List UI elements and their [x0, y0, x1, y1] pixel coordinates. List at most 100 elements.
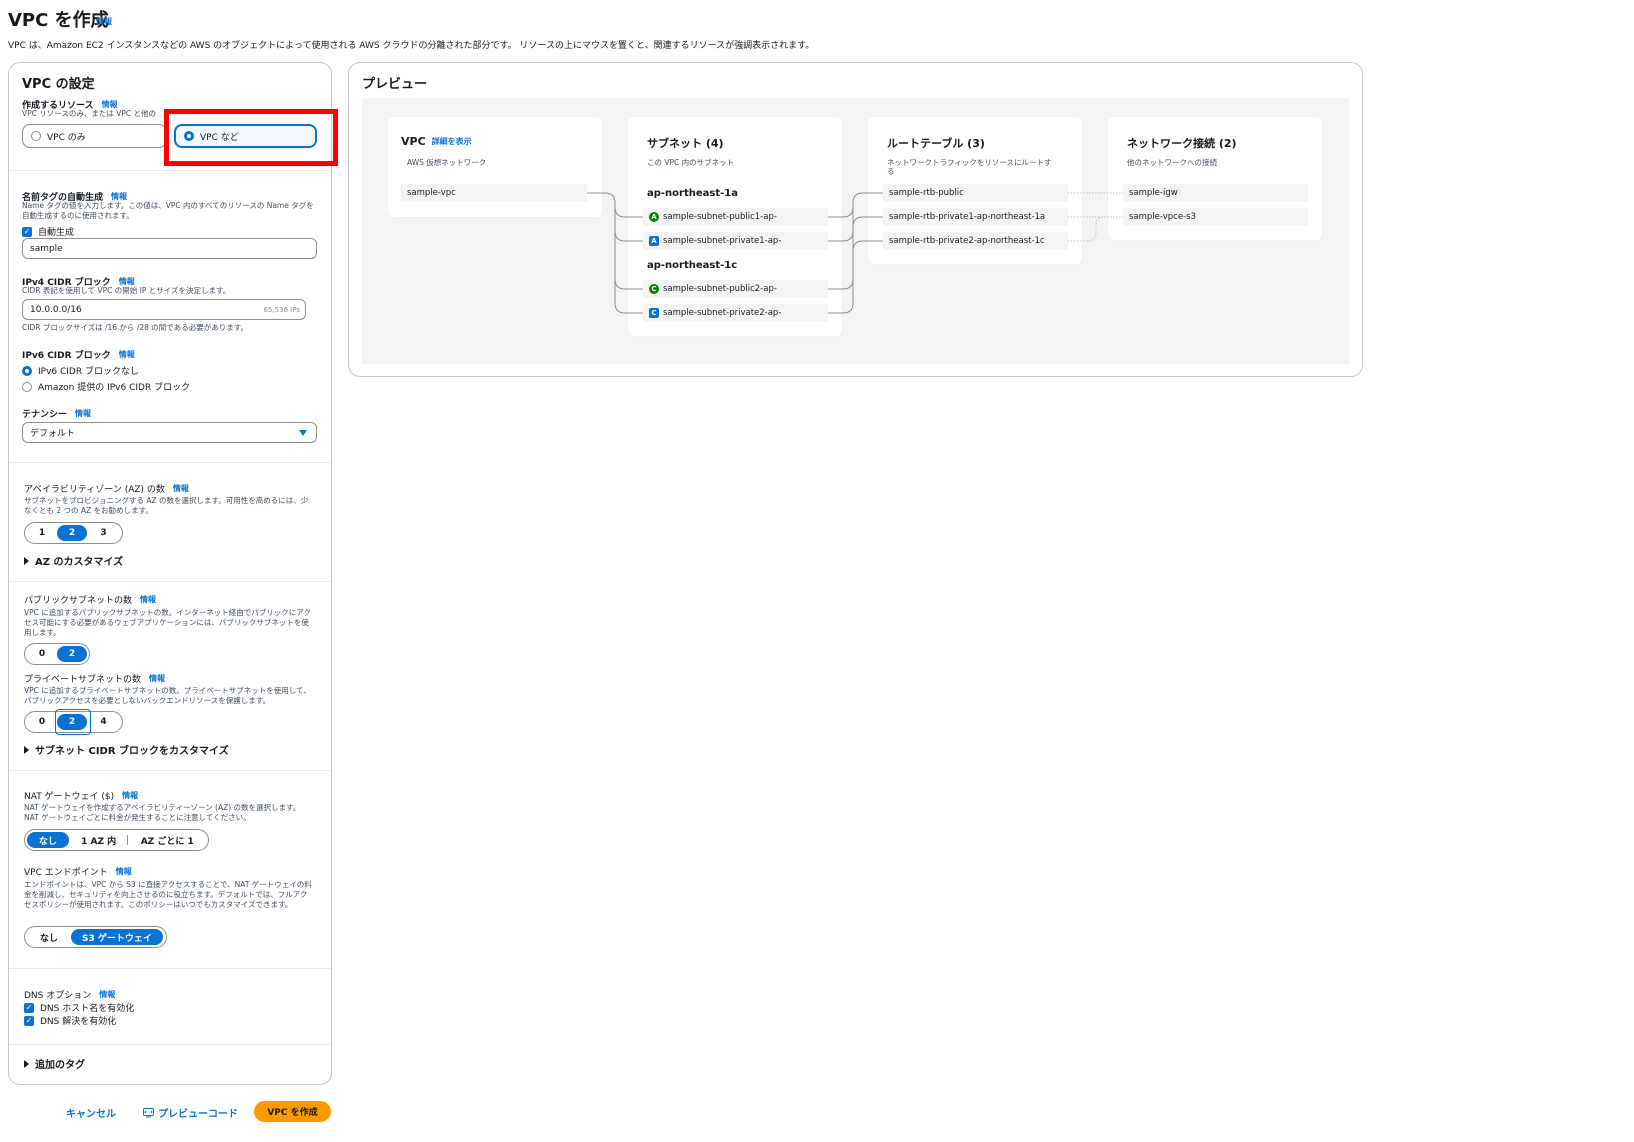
route-table-item[interactable]: sample-rtb-private1-ap-northeast-1a — [883, 208, 1068, 226]
az-1c-heading: ap-northeast-1c — [647, 260, 738, 271]
subnets-card-desc: この VPC 内のサブネット — [647, 158, 735, 167]
name-tag-input[interactable]: sample — [22, 238, 317, 259]
tenancy-info-link[interactable]: 情報 — [75, 408, 91, 419]
dns-hostnames-label: DNS ホスト名を有効化 — [40, 1004, 135, 1014]
ipv4-cidr-input[interactable]: 10.0.0.0/16 65,536 IPs — [22, 299, 306, 320]
az-customize-label: AZ のカスタマイズ — [35, 557, 124, 568]
radio-ipv6-amazon[interactable]: Amazon 提供の IPv6 CIDR ブロック — [22, 380, 190, 393]
divider — [9, 170, 331, 171]
preview-vpc-card — [388, 117, 602, 217]
caret-down-icon — [299, 429, 307, 436]
cancel-button[interactable]: キャンセル — [66, 1105, 116, 1120]
subnets-card-title: サブネット (4) — [647, 137, 724, 150]
tags-label: 追加のタグ — [35, 1060, 85, 1071]
page-description: VPC は、Amazon EC2 インスタンスなどの AWS のオブジェクトによ… — [8, 41, 815, 51]
subnet-cidr-customize-expander[interactable]: サブネット CIDR ブロックをカスタマイズ — [24, 742, 229, 757]
endpoint-option-none[interactable]: なし — [27, 929, 71, 945]
nat-info-link[interactable]: 情報 — [122, 790, 138, 801]
private-subnets-option-0[interactable]: 0 — [27, 714, 57, 730]
public-subnets-info-link[interactable]: 情報 — [140, 594, 156, 605]
radio-vpc-only-label: VPC のみ — [47, 132, 86, 143]
ipv6-info-link[interactable]: 情報 — [119, 349, 135, 360]
public-subnet-icon: C — [649, 284, 659, 294]
highlight-box — [164, 109, 338, 166]
checkbox-checked-icon: ✓ — [24, 1015, 34, 1026]
dns-label: DNS オプション — [24, 991, 92, 1001]
ipv4-hint: CIDR ブロックサイズは /16 から /28 の間である必要があります。 — [22, 323, 248, 332]
private-subnets-option-4[interactable]: 4 — [87, 714, 120, 730]
auto-generate-checkbox[interactable]: ✓ 自動生成 — [22, 225, 74, 238]
az-option-2[interactable]: 2 — [57, 525, 87, 541]
nat-option-none[interactable]: なし — [27, 832, 69, 848]
az-customize-expander[interactable]: AZ のカスタマイズ — [24, 553, 123, 568]
dns-hostnames-checkbox[interactable]: ✓ DNS ホスト名を有効化 — [24, 1001, 134, 1014]
subnet-item[interactable]: C sample-subnet-public2-ap- — [643, 280, 828, 298]
caret-right-icon — [24, 556, 29, 565]
endpoint-option-s3[interactable]: S3 ゲートウェイ — [71, 929, 163, 945]
connection-item[interactable]: sample-vpce-s3 — [1123, 208, 1308, 226]
endpoint-desc: エンドポイントは、VPC から S3 に直接アクセスすることで、NAT ゲートウ… — [24, 880, 312, 909]
subnet-name: sample-subnet-public2-ap- — [663, 284, 777, 294]
connections-card-title: ネットワーク接続 (2) — [1127, 137, 1237, 150]
nat-option-per-az[interactable]: AZ ごとに 1 — [127, 832, 206, 848]
divider — [9, 462, 331, 463]
caret-right-icon — [24, 1059, 29, 1068]
vpc-item[interactable]: sample-vpc — [401, 184, 587, 202]
subnet-name: sample-subnet-private1-ap- — [663, 236, 782, 246]
divider — [9, 1044, 331, 1045]
radio-ipv6-none-label: IPv6 CIDR ブロックなし — [38, 367, 139, 377]
radio-vpc-only[interactable]: VPC のみ — [22, 124, 167, 148]
preview-code-button[interactable]: プレビューコード — [143, 1105, 238, 1120]
radio-ipv6-amazon-label: Amazon 提供の IPv6 CIDR ブロック — [38, 383, 191, 393]
preview-code-label: プレビューコード — [158, 1109, 238, 1120]
endpoint-label: VPC エンドポイント — [24, 868, 108, 878]
subnet-cidr-customize-label: サブネット CIDR ブロックをカスタマイズ — [35, 746, 229, 757]
subnet-item[interactable]: A sample-subnet-public1-ap- — [643, 208, 828, 226]
az-info-link[interactable]: 情報 — [173, 483, 189, 494]
route-tables-card-title: ルートテーブル (3) — [887, 137, 985, 150]
public-subnets-label: パブリックサブネットの数 — [24, 596, 133, 606]
tenancy-label: テナンシー — [22, 410, 68, 420]
divider — [9, 968, 331, 969]
checkbox-checked-icon: ✓ — [24, 1002, 34, 1013]
create-vpc-button[interactable]: VPC を作成 — [254, 1101, 331, 1122]
az-desc: サブネットをプロビジョニングする AZ の数を選択します。可用性を高めるには、少… — [24, 496, 309, 515]
page-info-link[interactable]: 情報 — [96, 16, 112, 27]
page-title: VPC を作成 — [8, 10, 109, 31]
az-1a-heading: ap-northeast-1a — [647, 188, 738, 199]
auto-generate-label: 自動生成 — [38, 228, 75, 238]
tenancy-select[interactable]: デフォルト — [22, 422, 317, 443]
private-subnet-icon: C — [649, 308, 659, 318]
endpoint-info-link[interactable]: 情報 — [116, 866, 132, 877]
ipv4-desc: CIDR 表記を使用して VPC の開始 IP とサイズを決定します。 — [22, 286, 231, 295]
vpc-details-link[interactable]: 詳細を表示 — [432, 136, 472, 147]
subnet-item[interactable]: C sample-subnet-private2-ap- — [643, 304, 828, 322]
vpc-card-desc: AWS 仮想ネットワーク — [407, 158, 487, 167]
nat-option-1az[interactable]: 1 AZ 内 — [69, 832, 129, 848]
subnet-name: sample-subnet-public1-ap- — [663, 212, 777, 222]
private-subnets-info-link[interactable]: 情報 — [149, 673, 165, 684]
route-tables-card-desc: ネットワークトラフィックをリソースにルートする — [887, 158, 1052, 176]
public-subnets-desc: VPC に追加するパブリックサブネットの数。インターネット経由でパブリックにアク… — [24, 608, 311, 637]
ipv6-label: IPv6 CIDR ブロック — [22, 351, 111, 361]
dns-resolution-checkbox[interactable]: ✓ DNS 解決を有効化 — [24, 1014, 116, 1027]
subnet-name: sample-subnet-private2-ap- — [663, 308, 782, 318]
radio-ipv6-none[interactable]: IPv6 CIDR ブロックなし — [22, 364, 139, 377]
nat-segmented: なし 1 AZ 内 AZ ごとに 1 — [24, 829, 209, 851]
subnet-item[interactable]: A sample-subnet-private1-ap- — [643, 232, 828, 250]
route-table-item[interactable]: sample-rtb-public — [883, 184, 1068, 202]
az-option-1[interactable]: 1 — [27, 525, 57, 541]
radio-indicator — [31, 131, 41, 141]
tags-expander[interactable]: 追加のタグ — [24, 1056, 85, 1071]
route-table-item[interactable]: sample-rtb-private2-ap-northeast-1c — [883, 232, 1068, 250]
checkbox-checked-icon: ✓ — [22, 226, 32, 237]
tenancy-value: デフォルト — [30, 429, 76, 439]
az-option-3[interactable]: 3 — [87, 525, 120, 541]
divider — [9, 581, 331, 582]
public-subnets-option-2[interactable]: 2 — [57, 646, 87, 662]
ipv4-cidr-value: 10.0.0.0/16 — [30, 304, 82, 315]
dns-info-link[interactable]: 情報 — [99, 989, 115, 1000]
connection-item[interactable]: sample-igw — [1123, 184, 1308, 202]
public-subnets-option-0[interactable]: 0 — [27, 646, 57, 662]
code-preview-icon — [143, 1107, 154, 1117]
